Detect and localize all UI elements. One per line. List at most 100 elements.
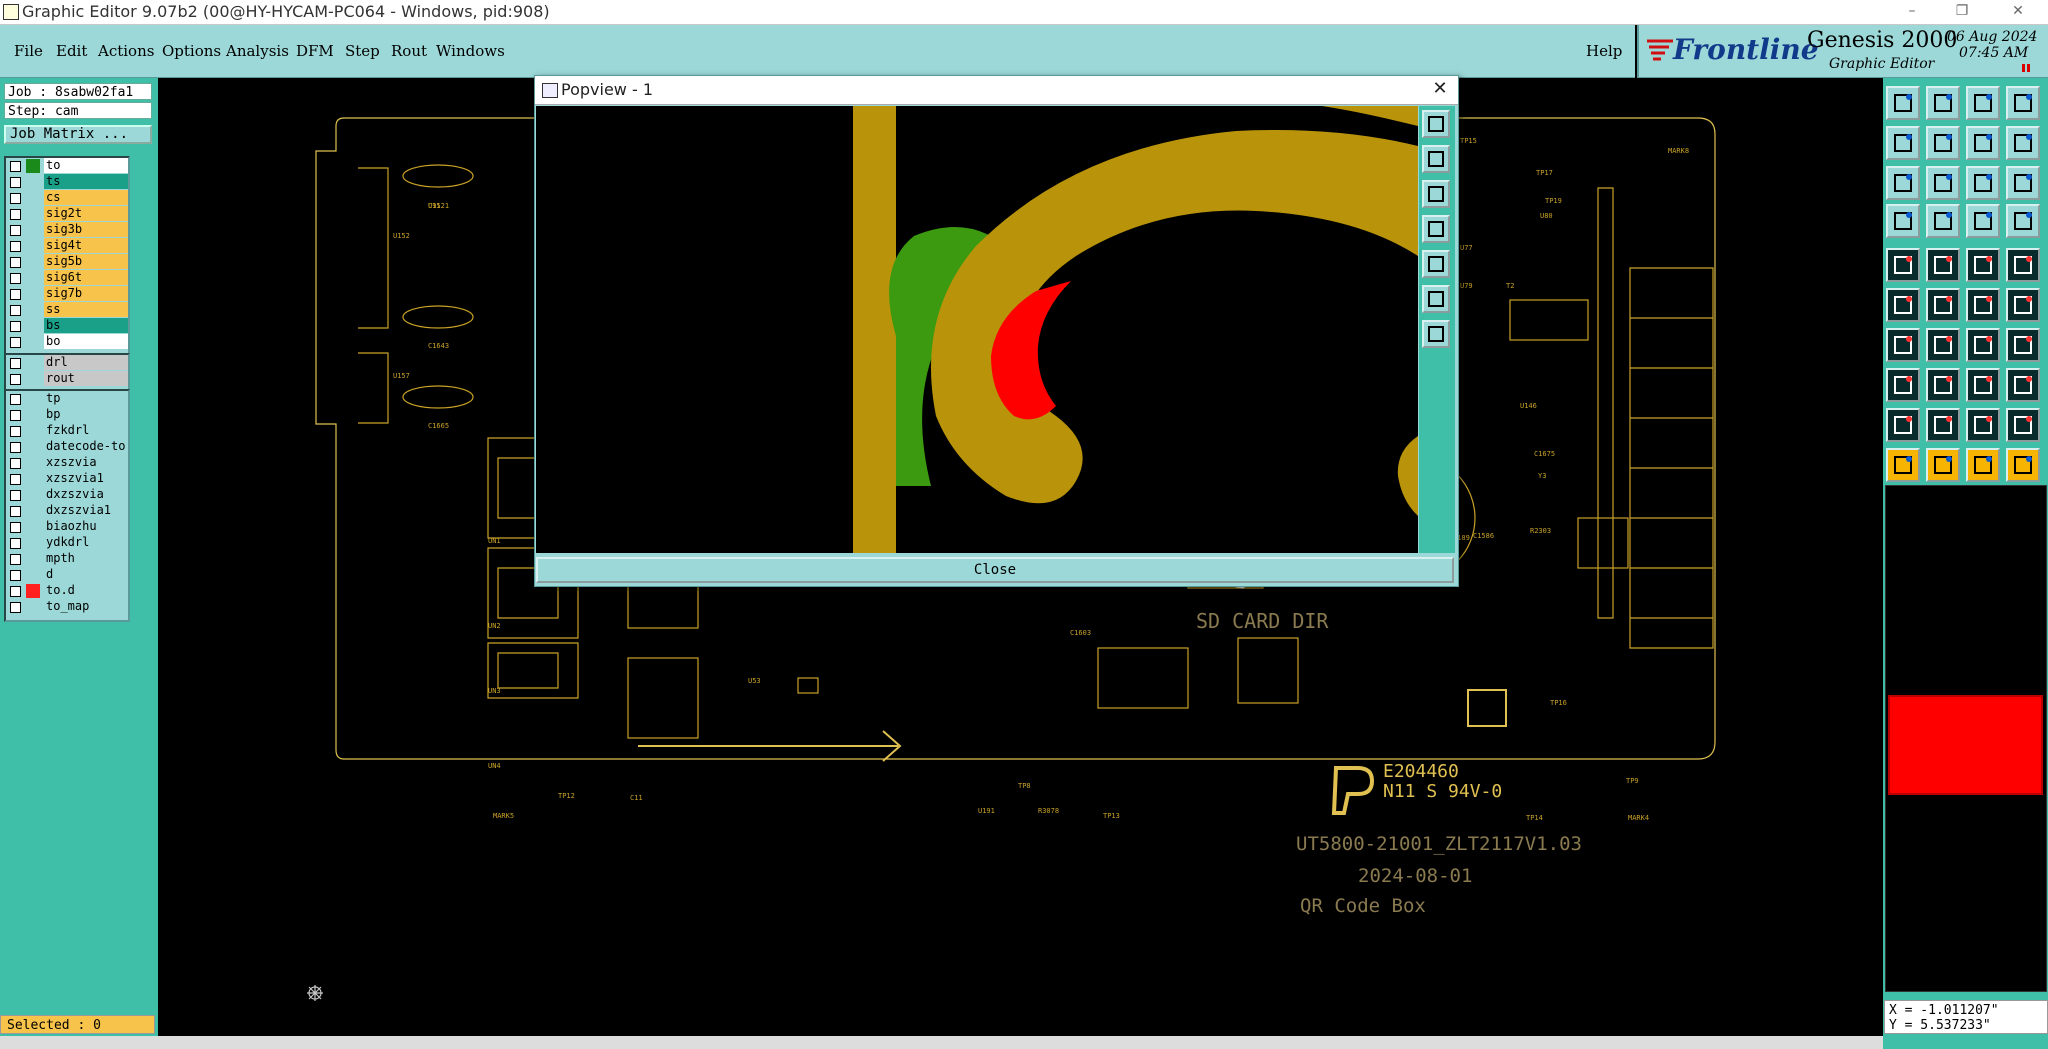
layer-checkbox[interactable]: [10, 177, 21, 188]
layer-color-swatch[interactable]: [26, 424, 40, 438]
layer-checkbox[interactable]: [10, 554, 21, 565]
layer-checkbox[interactable]: [10, 358, 21, 369]
layer-row-xzszvia[interactable]: xzszvia: [6, 455, 128, 471]
popview-zoom-view[interactable]: [536, 106, 1418, 553]
copy-icon[interactable]: [2006, 288, 2040, 322]
open-job-icon[interactable]: [1886, 86, 1920, 120]
triangle-icon[interactable]: [1886, 408, 1920, 442]
arc-icon[interactable]: [1966, 328, 2000, 362]
job-matrix-button[interactable]: Job Matrix ...: [4, 125, 152, 144]
menu-rout[interactable]: Rout: [391, 42, 427, 60]
prev-view-icon[interactable]: [1886, 126, 1920, 160]
layer-row-to_map[interactable]: to_map: [6, 599, 128, 615]
layer-row-mpth[interactable]: mpth: [6, 551, 128, 567]
layer-checkbox[interactable]: [10, 442, 21, 453]
menu-dfm[interactable]: DFM: [296, 42, 334, 60]
cross-icon[interactable]: [1926, 288, 1960, 322]
pv-pan-icon[interactable]: [1422, 180, 1450, 208]
layer-row-bs[interactable]: bs: [6, 318, 128, 334]
pv-grid-icon[interactable]: [1422, 320, 1450, 348]
layer-checkbox[interactable]: [10, 602, 21, 613]
layer-row-dxzszvia[interactable]: dxzszvia: [6, 487, 128, 503]
line-icon[interactable]: [1966, 248, 2000, 282]
menu-actions[interactable]: Actions: [98, 42, 154, 60]
layer-checkbox[interactable]: [10, 410, 21, 421]
layer-color-swatch[interactable]: [26, 303, 40, 317]
menu-analysis[interactable]: Analysis: [226, 42, 289, 60]
select-alt-icon[interactable]: [1926, 448, 1960, 482]
menu-file[interactable]: File: [14, 42, 43, 60]
layer-checkbox[interactable]: [10, 522, 21, 533]
layer-name[interactable]: xzszvia: [44, 455, 128, 470]
layer-color-swatch[interactable]: [26, 159, 40, 173]
popview-close-button[interactable]: Close: [536, 557, 1454, 583]
layer-name[interactable]: dxzszvia1: [44, 503, 128, 518]
layer-name[interactable]: biaozhu: [44, 519, 128, 534]
layer-checkbox[interactable]: [10, 458, 21, 469]
layer-name[interactable]: tp: [44, 391, 128, 406]
layer-checkbox[interactable]: [10, 193, 21, 204]
layer-name[interactable]: mpth: [44, 551, 128, 566]
redraw-icon[interactable]: [1966, 126, 2000, 160]
layer-name[interactable]: to_map: [44, 599, 128, 614]
layer-checkbox[interactable]: [10, 474, 21, 485]
layer-name[interactable]: sig3b: [44, 222, 128, 237]
menu-step[interactable]: Step: [345, 42, 380, 60]
flip-icon[interactable]: [2006, 328, 2040, 362]
layer-color-swatch[interactable]: [26, 440, 40, 454]
layer-row-fzkdrl[interactable]: fzkdrl: [6, 423, 128, 439]
select-icon[interactable]: [1886, 448, 1920, 482]
layer-row-bp[interactable]: bp: [6, 407, 128, 423]
move-icon[interactable]: [1966, 288, 2000, 322]
group-icon[interactable]: [2006, 368, 2040, 402]
layer-row-ss[interactable]: ss: [6, 302, 128, 318]
layer-color-swatch[interactable]: [26, 552, 40, 566]
layer-row-xzszvia1[interactable]: xzszvia1: [6, 471, 128, 487]
layer-checkbox[interactable]: [10, 586, 21, 597]
menu-options[interactable]: Options: [162, 42, 221, 60]
layer-checkbox[interactable]: [10, 273, 21, 284]
delete-icon[interactable]: [1926, 248, 1960, 282]
split-view-icon[interactable]: [2006, 86, 2040, 120]
layer-name[interactable]: ts: [44, 174, 128, 189]
restore-icon[interactable]: ❐: [1940, 0, 1984, 22]
layer-name[interactable]: to.d: [44, 583, 128, 598]
layer-checkbox[interactable]: [10, 161, 21, 172]
layer-row-sig6t[interactable]: sig6t: [6, 270, 128, 286]
next-view-icon[interactable]: [1926, 126, 1960, 160]
layer-name[interactable]: sig5b: [44, 254, 128, 269]
layer-color-swatch[interactable]: [26, 255, 40, 269]
layer-name[interactable]: d: [44, 567, 128, 582]
layer-name[interactable]: sig7b: [44, 286, 128, 301]
select-box-icon[interactable]: [1966, 448, 2000, 482]
layer-checkbox[interactable]: [10, 241, 21, 252]
layer-color-swatch[interactable]: [26, 488, 40, 502]
layer-row-to.d[interactable]: to.d: [6, 583, 128, 599]
pv-expand-icon[interactable]: [1422, 285, 1450, 313]
layer-name[interactable]: to: [44, 158, 128, 173]
layer-checkbox[interactable]: [10, 225, 21, 236]
layer-color-swatch[interactable]: [26, 456, 40, 470]
layer-color-swatch[interactable]: [26, 223, 40, 237]
layer-name[interactable]: sig2t: [44, 206, 128, 221]
add-pad-icon[interactable]: [1886, 248, 1920, 282]
layer-name[interactable]: sig4t: [44, 238, 128, 253]
minimize-icon[interactable]: –: [1890, 0, 1934, 22]
layer-row-tp[interactable]: tp: [6, 391, 128, 407]
layer-row-ts[interactable]: ts: [6, 174, 128, 190]
save-icon[interactable]: [1926, 86, 1960, 120]
overview-viewport[interactable]: [1888, 695, 2043, 795]
bbox-icon[interactable]: [1966, 368, 2000, 402]
layer-name[interactable]: drl: [44, 355, 128, 370]
layer-color-swatch[interactable]: [26, 584, 40, 598]
menu-help[interactable]: Help: [1586, 42, 1622, 60]
layer-name[interactable]: bs: [44, 318, 128, 333]
zoom-fit-icon[interactable]: [1886, 166, 1920, 200]
layer-row-sig7b[interactable]: sig7b: [6, 286, 128, 302]
popview-close-icon[interactable]: ✕: [1428, 77, 1452, 101]
layer-name[interactable]: ydkdrl: [44, 535, 128, 550]
layer-name[interactable]: ss: [44, 302, 128, 317]
layer-checkbox[interactable]: [10, 538, 21, 549]
layer-color-swatch[interactable]: [26, 191, 40, 205]
layer-color-swatch[interactable]: [26, 175, 40, 189]
